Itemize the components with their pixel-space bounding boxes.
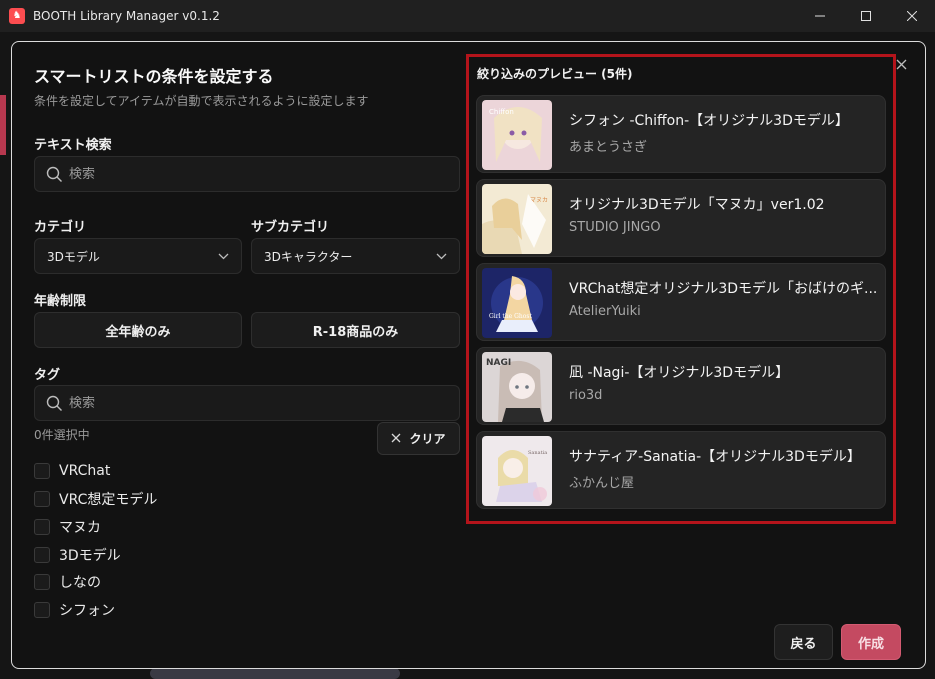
minimize-icon[interactable] xyxy=(797,0,843,32)
chevron-down-icon xyxy=(218,249,229,263)
tag-search-input[interactable] xyxy=(69,395,429,411)
close-icon xyxy=(391,432,401,446)
category-label: カテゴリ xyxy=(34,220,87,235)
search-icon xyxy=(45,165,63,183)
r18-button[interactable]: R-18商品のみ xyxy=(251,312,460,348)
item-author: あまとうさぎ xyxy=(569,140,648,155)
item-author: rio3d xyxy=(569,388,603,403)
thumb-text: Sanatia xyxy=(528,450,547,456)
category-value: 3Dモデル xyxy=(47,249,100,264)
text-search-label: テキスト検索 xyxy=(34,138,112,153)
item-thumbnail: マヌカ xyxy=(482,184,552,254)
item-title: オリジナル3Dモデル「マヌカ」ver1.02 xyxy=(569,197,825,213)
preview-item[interactable]: Sanatia サナティア-Sanatia-【オリジナル3Dモデル】 ふかんじ屋 xyxy=(476,431,886,509)
item-author: ふかんじ屋 xyxy=(569,476,635,491)
thumb-text: マヌカ xyxy=(530,197,548,204)
tag-option[interactable]: マヌカ xyxy=(34,517,101,537)
tag-label: VRChat xyxy=(59,463,111,479)
tag-checkbox[interactable] xyxy=(34,463,50,479)
all-ages-button[interactable]: 全年齢のみ xyxy=(34,312,242,348)
thumb-text: Chiffon xyxy=(489,108,514,116)
text-search-field[interactable] xyxy=(34,156,460,192)
text-search-input[interactable] xyxy=(69,166,429,182)
item-thumbnail: Chiffon xyxy=(482,100,552,170)
window-controls xyxy=(797,0,935,32)
chevron-down-icon xyxy=(436,249,447,263)
tag-label: しなの xyxy=(59,575,101,591)
item-thumbnail: NAGI xyxy=(482,352,552,422)
dialog-title: スマートリストの条件を設定する xyxy=(34,67,274,86)
age-restriction-label: 年齢制限 xyxy=(34,294,87,309)
tags-label: タグ xyxy=(34,368,61,383)
item-title: シフォン -Chiffon-【オリジナル3Dモデル】 xyxy=(569,113,849,129)
tag-checkbox[interactable] xyxy=(34,519,50,535)
background-accent xyxy=(0,95,6,155)
tag-checkbox[interactable] xyxy=(34,574,50,590)
thumb-text: Girl the Ghost xyxy=(489,313,532,320)
subcategory-value: 3Dキャラクター xyxy=(264,249,353,264)
tag-option[interactable]: シフォン xyxy=(34,600,115,620)
tag-checkbox[interactable] xyxy=(34,602,50,618)
window-title: BOOTH Library Manager v0.1.2 xyxy=(33,9,220,23)
selected-tag-count: 0件選択中 xyxy=(34,428,90,442)
item-author: STUDIO JINGO xyxy=(569,220,661,235)
tag-option[interactable]: 3Dモデル xyxy=(34,545,121,565)
preview-title: 絞り込みのプレビュー (5件) xyxy=(477,67,633,81)
subcategory-select[interactable]: 3Dキャラクター xyxy=(251,238,460,274)
tag-label: マヌカ xyxy=(59,520,101,536)
preview-item[interactable]: Girl the Ghost VRChat想定オリジナル3Dモデル「おばけのギ.… xyxy=(476,263,886,341)
back-button[interactable]: 戻る xyxy=(774,624,833,660)
subcategory-label: サブカテゴリ xyxy=(251,220,330,235)
maximize-icon[interactable] xyxy=(843,0,889,32)
tag-label: シフォン xyxy=(59,603,115,619)
preview-item[interactable]: NAGI 凪 -Nagi-【オリジナル3Dモデル】 rio3d xyxy=(476,347,886,425)
tag-checkbox[interactable] xyxy=(34,491,50,507)
title-bar: ♞ BOOTH Library Manager v0.1.2 xyxy=(0,0,935,32)
background-scroll-element xyxy=(150,668,400,679)
app-logo-icon: ♞ xyxy=(9,8,25,24)
preview-item[interactable]: マヌカ オリジナル3Dモデル「マヌカ」ver1.02 STUDIO JINGO xyxy=(476,179,886,257)
close-icon[interactable] xyxy=(889,0,935,32)
tag-label: 3Dモデル xyxy=(59,548,121,564)
tag-option[interactable]: VRC想定モデル xyxy=(34,489,157,509)
item-title: サナティア-Sanatia-【オリジナル3Dモデル】 xyxy=(569,449,861,465)
thumb-text: NAGI xyxy=(486,358,511,368)
preview-item[interactable]: Chiffon シフォン -Chiffon-【オリジナル3Dモデル】 あまとうさ… xyxy=(476,95,886,173)
item-title: 凪 -Nagi-【オリジナル3Dモデル】 xyxy=(569,365,790,381)
tag-option[interactable]: VRChat xyxy=(34,461,110,481)
tag-label: VRC想定モデル xyxy=(59,492,158,508)
tag-search-field[interactable] xyxy=(34,385,460,421)
item-thumbnail: Girl the Ghost xyxy=(482,268,552,338)
item-title: VRChat想定オリジナル3Dモデル「おばけのギ... xyxy=(569,281,878,297)
item-thumbnail: Sanatia xyxy=(482,436,552,506)
search-icon xyxy=(45,394,63,412)
create-button[interactable]: 作成 xyxy=(841,624,901,660)
clear-tags-button[interactable]: クリア xyxy=(377,422,460,455)
clear-label: クリア xyxy=(409,432,446,446)
item-author: AtelierYuiki xyxy=(569,304,641,319)
dialog-subtitle: 条件を設定してアイテムが自動で表示されるように設定します xyxy=(34,94,369,108)
category-select[interactable]: 3Dモデル xyxy=(34,238,242,274)
tag-checkbox[interactable] xyxy=(34,547,50,563)
tag-option[interactable]: しなの xyxy=(34,572,101,592)
